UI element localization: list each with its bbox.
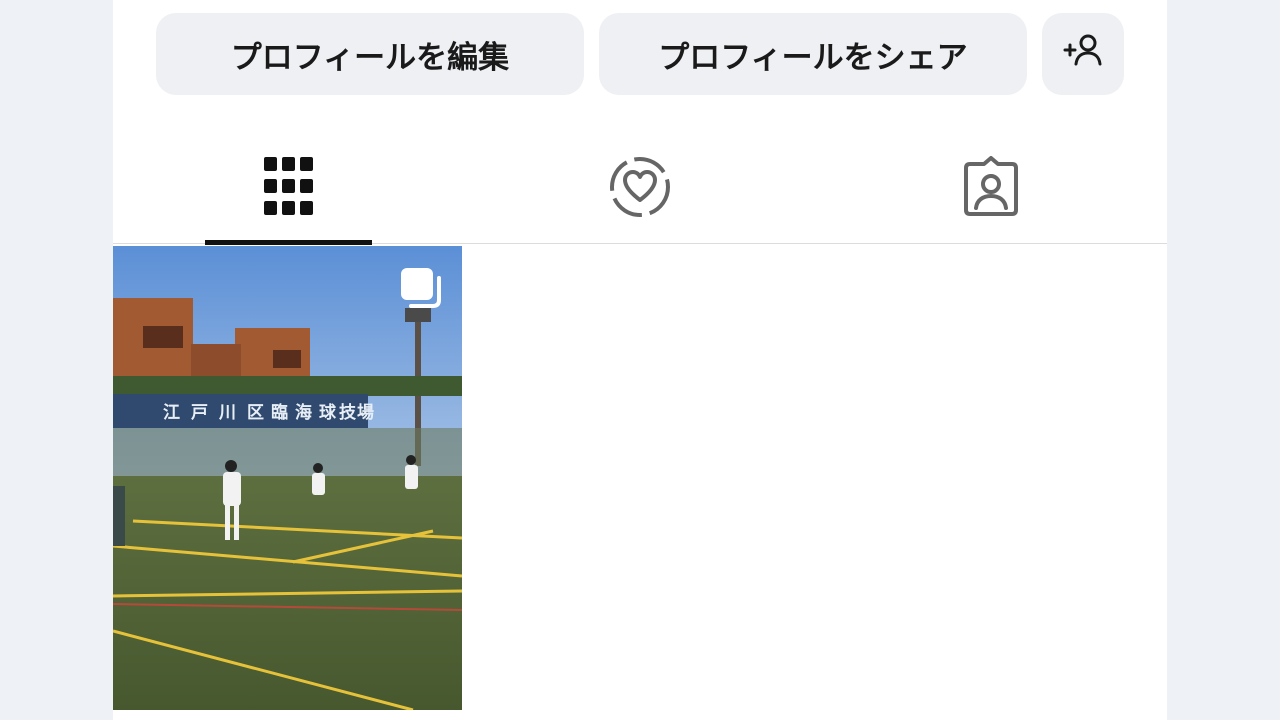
profile-actions: プロフィールを編集 プロフィールをシェア (113, 0, 1167, 110)
banner-char: 技 (339, 402, 357, 423)
banner-char: 球 (319, 403, 337, 423)
banner-char: 江 (163, 403, 180, 423)
banner-char: 海 (295, 402, 312, 423)
profile-screen: プロフィールを編集 プロフィールをシェア 江 戸 川 区 臨 海 球 技 場 (113, 0, 1167, 720)
active-tab-indicator (205, 240, 372, 245)
banner-char: 戸 (191, 403, 208, 423)
tab-reposts[interactable] (464, 130, 815, 244)
tagged-person-icon (960, 156, 1022, 218)
post-thumbnail[interactable]: 江 戸 川 区 臨 海 球 技 場 (113, 246, 462, 710)
edit-profile-button[interactable]: プロフィールを編集 (156, 13, 584, 95)
banner-char: 川 (218, 403, 236, 423)
banner-char: 区 (247, 403, 264, 423)
profile-tabs (113, 130, 1167, 245)
grid-icon (263, 157, 314, 217)
tab-tagged[interactable] (815, 130, 1166, 244)
add-person-icon (1062, 32, 1104, 76)
repost-heart-icon (608, 155, 672, 219)
carousel-icon (397, 264, 445, 312)
tab-posts[interactable] (113, 130, 464, 245)
banner-char: 臨 (271, 402, 288, 423)
add-friend-button[interactable] (1042, 13, 1124, 95)
banner-char: 場 (357, 403, 374, 423)
share-profile-button[interactable]: プロフィールをシェア (599, 13, 1027, 95)
lacrosse-field-photo: 江 戸 川 区 臨 海 球 技 場 (113, 246, 462, 710)
